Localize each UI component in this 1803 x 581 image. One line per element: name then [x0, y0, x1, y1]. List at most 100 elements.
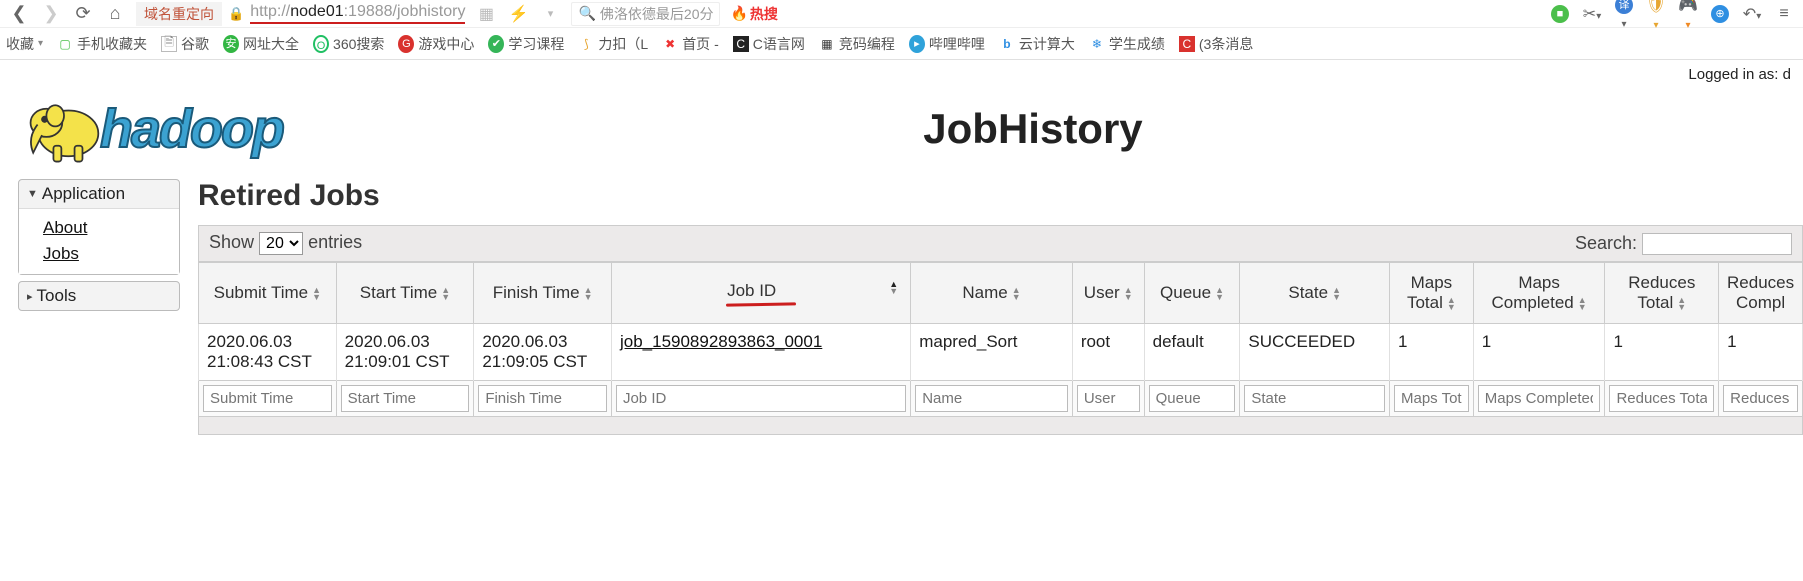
- forward-button[interactable]: ❯: [40, 3, 62, 24]
- home-button[interactable]: ⌂: [104, 3, 126, 24]
- filter-maps-completed[interactable]: [1478, 385, 1601, 412]
- datatable-controls: Show 20 entries Search:: [198, 225, 1803, 262]
- filter-finish-time[interactable]: [478, 385, 607, 412]
- cell-reduces-completed: 1: [1719, 324, 1803, 381]
- game-icon[interactable]: 🎮▾: [1677, 0, 1699, 33]
- cell-state: SUCCEEDED: [1240, 324, 1390, 381]
- hot-search-tag[interactable]: 🔥 热搜: [730, 4, 777, 24]
- url-scheme: http://: [250, 3, 290, 20]
- url-path: :19888/jobhistory: [344, 3, 466, 20]
- col-finish-time[interactable]: Finish Time▲▼: [474, 263, 612, 324]
- browser-search[interactable]: 🔍 佛洛依德最后20分: [571, 2, 720, 26]
- bookmark-item[interactable]: ✔学习课程: [488, 34, 564, 54]
- section-title: Retired Jobs: [198, 179, 1803, 213]
- reload-button[interactable]: ⟳: [72, 3, 94, 24]
- cell-reduces-total: 1: [1605, 324, 1719, 381]
- filter-queue[interactable]: [1149, 385, 1236, 412]
- filter-job-id[interactable]: [616, 385, 906, 412]
- lock-icon: 🔒: [228, 6, 244, 22]
- chevron-down-icon: ▼: [27, 188, 38, 200]
- col-reduces-completed[interactable]: Reduces Compl: [1719, 263, 1803, 324]
- hadoop-logo: hadoop: [20, 89, 283, 169]
- shield-icon[interactable]: 🛡▾: [1645, 0, 1667, 33]
- sidebar-application-panel: ▼ Application About Jobs: [18, 179, 180, 275]
- bookmark-item[interactable]: 🗎谷歌: [161, 34, 209, 54]
- chevron-right-icon: ▸: [27, 290, 33, 303]
- col-reduces-total[interactable]: Reduces Total▲▼: [1605, 263, 1719, 324]
- sidebar-tools-header[interactable]: ▸ Tools: [19, 282, 179, 310]
- col-maps-completed[interactable]: Maps Completed▲▼: [1473, 263, 1605, 324]
- browser-toolbar: ❮ ❯ ⟳ ⌂ 域名重定向 🔒 http://node01:19888/jobh…: [0, 0, 1803, 28]
- bookmark-item[interactable]: ❄学生成绩: [1089, 34, 1165, 54]
- cell-finish-time: 2020.06.03 21:09:05 CST: [474, 324, 612, 381]
- login-status: Logged in as: d: [0, 60, 1803, 83]
- hadoop-wordmark: hadoop: [100, 98, 283, 160]
- menu-icon[interactable]: ≡: [1773, 5, 1795, 23]
- cell-maps-total: 1: [1390, 324, 1474, 381]
- globe-icon[interactable]: ⊕: [1709, 4, 1731, 23]
- table-search-input[interactable]: [1642, 233, 1792, 255]
- cell-submit-time: 2020.06.03 21:08:43 CST: [199, 324, 337, 381]
- annotation-underline: [726, 302, 796, 306]
- filter-submit-time[interactable]: [203, 385, 332, 412]
- magnifier-icon: 🔍: [578, 5, 595, 22]
- filter-name[interactable]: [915, 385, 1068, 412]
- bookmark-item[interactable]: CC语言网: [733, 34, 805, 54]
- sidebar-link-jobs[interactable]: Jobs: [43, 241, 173, 267]
- bookmark-item[interactable]: ✖首页 -: [662, 34, 719, 54]
- header: hadoop JobHistory: [0, 83, 1803, 179]
- page-size-select[interactable]: 20: [259, 232, 303, 255]
- col-queue[interactable]: Queue▲▼: [1144, 263, 1240, 324]
- job-link[interactable]: job_1590892893863_0001: [620, 332, 822, 351]
- cell-maps-completed: 1: [1473, 324, 1605, 381]
- jobs-table: Submit Time▲▼ Start Time▲▼ Finish Time▲▼…: [198, 262, 1803, 417]
- dropdown-icon[interactable]: ▾: [539, 7, 561, 20]
- bookmark-item[interactable]: ⟆力扣（L: [578, 34, 648, 54]
- filter-start-time[interactable]: [341, 385, 470, 412]
- book-icon[interactable]: ■: [1549, 4, 1571, 23]
- address-bar[interactable]: 域名重定向 🔒 http://node01:19888/jobhistory: [136, 2, 465, 26]
- col-submit-time[interactable]: Submit Time▲▼: [199, 263, 337, 324]
- sidebar-application-header[interactable]: ▼ Application: [19, 180, 179, 208]
- filter-reduces-completed[interactable]: [1723, 385, 1798, 412]
- cell-queue: default: [1144, 324, 1240, 381]
- bolt-icon[interactable]: ⚡: [507, 4, 529, 24]
- qr-icon[interactable]: ▦: [475, 4, 497, 24]
- back-button[interactable]: ❮: [8, 3, 30, 24]
- col-state[interactable]: State▲▼: [1240, 263, 1390, 324]
- redirect-chip: 域名重定向: [136, 2, 222, 26]
- table-header-row: Submit Time▲▼ Start Time▲▼ Finish Time▲▼…: [199, 263, 1803, 324]
- col-name[interactable]: Name▲▼: [911, 263, 1073, 324]
- col-maps-total[interactable]: Maps Total▲▼: [1390, 263, 1474, 324]
- page-size-control: Show 20 entries: [209, 232, 362, 255]
- main-content: Retired Jobs Show 20 entries Search:: [198, 179, 1803, 435]
- filter-state[interactable]: [1244, 385, 1385, 412]
- bookmark-item[interactable]: 安网址大全: [223, 34, 299, 54]
- bookmark-item[interactable]: ▦竞码编程: [819, 34, 895, 54]
- cell-user: root: [1072, 324, 1144, 381]
- bookmark-item[interactable]: C(3条消息: [1179, 34, 1253, 54]
- scissors-icon[interactable]: ✂▾: [1581, 4, 1603, 24]
- col-job-id[interactable]: Job ID ▲▼: [611, 263, 910, 324]
- filter-maps-total[interactable]: [1394, 385, 1469, 412]
- bookmark-item[interactable]: O360搜索: [313, 34, 384, 54]
- translate-icon[interactable]: 译▾: [1613, 0, 1635, 32]
- bookmark-item[interactable]: G游戏中心: [398, 34, 474, 54]
- bookmark-item[interactable]: ▸哔哩哔哩: [909, 34, 985, 54]
- table-footer-strip: [198, 417, 1803, 435]
- filter-user[interactable]: [1077, 385, 1140, 412]
- bookmark-item[interactable]: ▢手机收藏夹: [57, 34, 147, 54]
- filter-reduces-total[interactable]: [1609, 385, 1714, 412]
- table-filter-row: [199, 381, 1803, 417]
- bookmark-item[interactable]: b云计算大: [999, 34, 1075, 54]
- sidebar-link-about[interactable]: About: [43, 215, 173, 241]
- search-placeholder: 佛洛依德最后20分: [600, 4, 714, 24]
- table-search: Search:: [1575, 233, 1792, 255]
- sidebar-tools-panel: ▸ Tools: [18, 281, 180, 311]
- undo-dropdown-icon[interactable]: ↶▾: [1741, 4, 1763, 24]
- col-start-time[interactable]: Start Time▲▼: [336, 263, 474, 324]
- col-user[interactable]: User▲▼: [1072, 263, 1144, 324]
- favorites-label[interactable]: 收藏 ▾: [6, 34, 43, 54]
- sidebar: ▼ Application About Jobs ▸ Tools: [18, 179, 180, 435]
- cell-name: mapred_Sort: [911, 324, 1073, 381]
